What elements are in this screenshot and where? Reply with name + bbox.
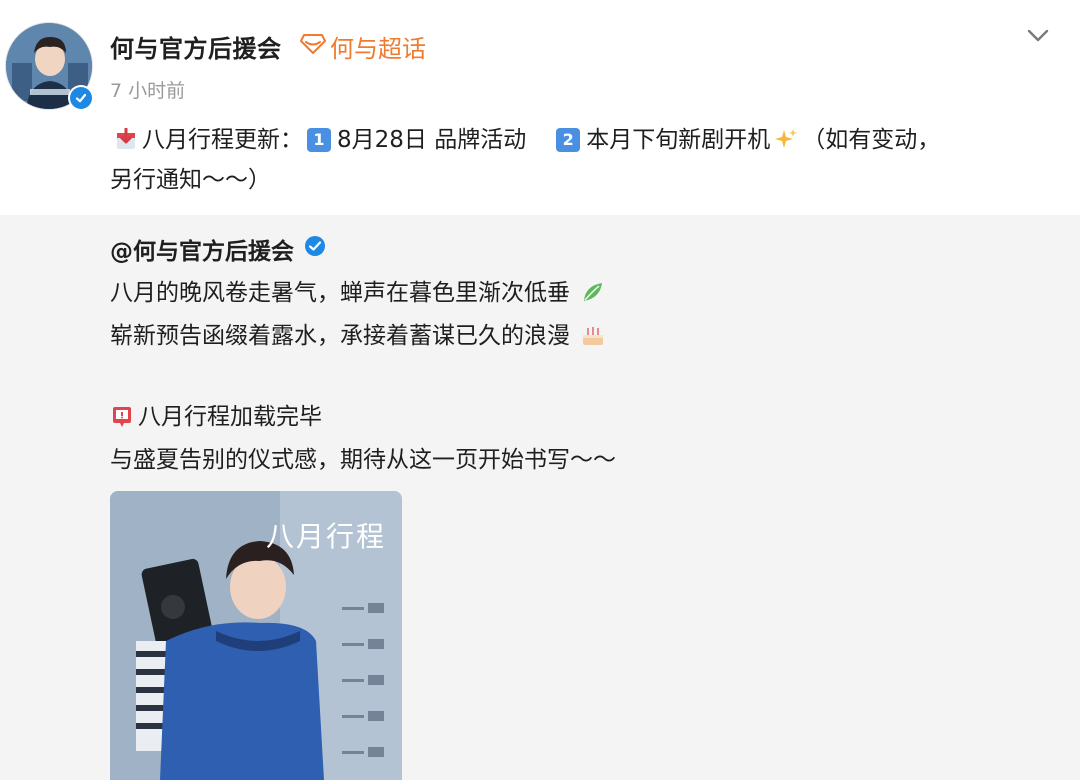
schedule-poster-image[interactable]: 八月行程	[110, 491, 402, 780]
post-author-name[interactable]: 何与官方后援会	[110, 29, 282, 64]
retweet-author-name: @何与官方后援会	[110, 239, 294, 265]
retweet-author[interactable]: @何与官方后援会	[110, 232, 326, 266]
retweet-line-1: 八月的晚风卷走暑气，蝉声在暮色里渐次低垂	[110, 273, 609, 307]
post-body: 八月行程更新： 1 8月28日 品牌活动 2 本月下旬新剧开机 （如有变动， 另行通知～…	[110, 120, 1055, 200]
verified-icon	[68, 85, 94, 111]
leaf-icon	[581, 280, 605, 304]
post-body-line-2: 另行通知～～）	[110, 167, 271, 193]
schedule-update-label: 八月行程更新：	[142, 127, 303, 153]
retweet-line-3: 八月行程加载完毕	[110, 397, 322, 431]
verified-icon	[304, 235, 326, 263]
super-topic-label: 何与超话	[330, 34, 426, 63]
post-body-line-1: 八月行程更新： 1 8月28日 品牌活动 2 本月下旬新剧开机 （如有变动，	[110, 120, 1055, 160]
retweet-line-4: 与盛夏告别的仪式感，期待从这一页开始书写～～	[110, 447, 616, 473]
sparkles-icon	[774, 127, 798, 151]
retweet-line-2: 崭新预告函缀着露水，承接着蓄谋已久的浪漫	[110, 316, 609, 350]
number-badge-2: 2	[556, 128, 581, 152]
calendar-download-icon	[114, 127, 138, 151]
retweet-line-3-text: 八月行程加载完毕	[138, 404, 322, 430]
post-timestamp: 7 小时前	[110, 80, 186, 102]
cake-icon	[581, 323, 605, 347]
diamond-icon	[300, 33, 326, 59]
retweet-line-2-text: 崭新预告函缀着露水，承接着蓄谋已久的浪漫	[110, 323, 570, 349]
calendar-pin-icon	[110, 404, 134, 428]
number-badge-1: 1	[307, 128, 331, 152]
chevron-down-icon[interactable]	[1024, 22, 1052, 50]
schedule-item-2: 本月下旬新剧开机	[586, 127, 771, 153]
poster-title: 八月行程	[265, 520, 386, 553]
post-header: 何与官方后援会 何与超话 7 小时前 八月行程更新： 1 8月28日 品牌活动 …	[0, 0, 1080, 215]
retweet-block[interactable]: @何与官方后援会 八月的晚风卷走暑气，蝉声在暮色里渐次低垂 崭新预告函缀着露水，…	[0, 215, 1080, 780]
schedule-item-1: 8月28日 品牌活动	[337, 127, 527, 153]
retweet-line-1-text: 八月的晚风卷走暑气，蝉声在暮色里渐次低垂	[110, 280, 570, 306]
weibo-post: 何与官方后援会 何与超话 7 小时前 八月行程更新： 1 8月28日 品牌活动 …	[0, 0, 1080, 780]
super-topic-link[interactable]: 何与超话	[300, 30, 426, 63]
post-body-line-1-tail: （如有变动，	[802, 127, 941, 153]
